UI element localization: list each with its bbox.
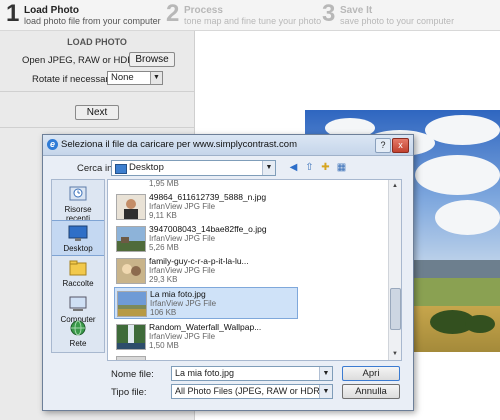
look-in-value: Desktop bbox=[129, 162, 164, 173]
help-button[interactable]: ? bbox=[375, 138, 391, 153]
file-name: 3947008043_14bae82ffe_o.jpg bbox=[149, 224, 267, 234]
step-process: 2 Process tone map and fine tune your ph… bbox=[166, 0, 321, 28]
libraries-icon bbox=[69, 260, 87, 276]
file-name: 49864_611612739_5888_n.jpg bbox=[149, 192, 267, 202]
file-thumbnail bbox=[116, 356, 146, 360]
file-open-dialog: e Seleziona il file da caricare per www.… bbox=[42, 134, 414, 411]
file-item[interactable]: 49864_611612739_5888_n.jpg IrfanView JPG… bbox=[114, 191, 384, 223]
filetype-select[interactable]: All Photo Files (JPEG, RAW or HDR) ▼ bbox=[171, 384, 333, 399]
close-button[interactable]: x bbox=[392, 138, 409, 153]
chevron-down-icon: ▼ bbox=[319, 385, 332, 398]
place-recent[interactable]: Risorse recenti bbox=[52, 182, 104, 223]
open-button[interactable]: Apri bbox=[342, 366, 400, 381]
next-button[interactable]: Next bbox=[75, 105, 119, 120]
filename-label: Nome file: bbox=[111, 369, 154, 380]
tree bbox=[465, 315, 495, 333]
rotate-select-value: None bbox=[111, 72, 134, 83]
cloud bbox=[435, 200, 500, 235]
desktop-folder-icon bbox=[115, 164, 127, 174]
step-subtitle: save photo to your computer bbox=[340, 16, 455, 26]
network-icon bbox=[70, 320, 86, 336]
file-item[interactable]: Random_Waterfall_Wallpap... IrfanView JP… bbox=[114, 321, 384, 353]
step-load-photo: 1 Load Photo load photo file from your c… bbox=[6, 0, 161, 28]
computer-icon bbox=[69, 296, 87, 311]
panel-title: LOAD PHOTO bbox=[67, 37, 127, 47]
rotate-label: Rotate if necessary bbox=[32, 74, 114, 85]
file-thumbnail bbox=[116, 194, 146, 220]
step-subtitle: tone map and fine tune your photo bbox=[184, 16, 322, 26]
filetype-label: Tipo file: bbox=[111, 387, 147, 398]
step-number: 3 bbox=[322, 0, 336, 27]
cancel-button[interactable]: Annulla bbox=[342, 384, 400, 399]
chevron-down-icon: ▼ bbox=[262, 161, 275, 175]
chevron-down-icon: ▼ bbox=[319, 367, 332, 380]
look-in-combo[interactable]: Desktop ▼ bbox=[111, 160, 276, 176]
places-bar: Risorse recenti Desktop Raccolte Compute… bbox=[51, 179, 105, 353]
rotate-select[interactable]: None ▼ bbox=[107, 71, 163, 85]
recent-icon bbox=[69, 186, 87, 201]
file-size: 1,95 MB bbox=[149, 179, 179, 188]
view-menu-icon[interactable]: ▦ bbox=[335, 161, 348, 174]
file-thumbnail bbox=[116, 324, 146, 350]
desktop-icon bbox=[68, 225, 88, 241]
divider bbox=[0, 127, 194, 128]
file-item[interactable]: 3947008043_14bae82ffe_o.jpg IrfanView JP… bbox=[114, 223, 384, 255]
file-size: 9,11 KB bbox=[149, 211, 177, 220]
place-label: Raccolte bbox=[62, 279, 94, 288]
dialog-titlebar[interactable]: e Seleziona il file da caricare per www.… bbox=[43, 135, 413, 156]
step-save-it: 3 Save It save photo to your computer bbox=[322, 0, 492, 28]
file-type: IrfanView JPG File bbox=[150, 299, 217, 308]
file-name: La mia foto.jpg bbox=[150, 289, 206, 299]
file-thumbnail bbox=[116, 226, 146, 252]
step-title: Save It bbox=[340, 5, 373, 16]
look-in-label: Cerca in: bbox=[77, 163, 116, 174]
place-label: Desktop bbox=[63, 244, 93, 253]
divider bbox=[0, 91, 194, 92]
internet-explorer-icon: e bbox=[47, 139, 58, 150]
place-network[interactable]: Rete bbox=[52, 316, 104, 352]
up-folder-icon[interactable]: ⇧ bbox=[303, 161, 316, 174]
step-number: 2 bbox=[166, 0, 180, 27]
file-list-scrollbar[interactable]: ▲ ▼ bbox=[388, 180, 401, 360]
file-size: 5,26 MB bbox=[149, 243, 179, 252]
cloud bbox=[415, 155, 500, 195]
file-size: 29,3 KB bbox=[149, 275, 178, 284]
place-desktop[interactable]: Desktop bbox=[52, 220, 104, 256]
file-name: family-guy-c-r-a-p-it-la-lu... bbox=[149, 256, 249, 266]
scroll-up-icon[interactable]: ▲ bbox=[389, 180, 401, 192]
file-item[interactable]: family-guy-c-r-a-p-it-la-lu... IrfanView… bbox=[114, 255, 384, 287]
file-type: IrfanView JPG File bbox=[149, 202, 216, 211]
file-thumbnail bbox=[117, 291, 147, 317]
file-item[interactable]: 1,95 MB bbox=[114, 179, 384, 191]
step-subtitle: load photo file from your computer bbox=[24, 16, 161, 26]
step-title: Load Photo bbox=[24, 5, 79, 16]
file-type: IrfanView JPG File bbox=[149, 234, 216, 243]
place-label: Rete bbox=[69, 339, 87, 348]
step-title: Process bbox=[184, 5, 223, 16]
place-libraries[interactable]: Raccolte bbox=[52, 256, 104, 292]
file-thumbnail bbox=[116, 258, 146, 284]
scrollbar-thumb[interactable] bbox=[390, 288, 401, 330]
step-number: 1 bbox=[6, 0, 20, 27]
scroll-down-icon[interactable]: ▼ bbox=[389, 348, 401, 360]
file-list: 1,95 MB 49864_611612739_5888_n.jpg Irfan… bbox=[107, 179, 402, 361]
file-type: IrfanView JPG File bbox=[149, 266, 216, 275]
file-item-selected[interactable]: La mia foto.jpg IrfanView JPG File 106 K… bbox=[114, 287, 298, 319]
file-size: 1,50 MB bbox=[149, 341, 179, 350]
new-folder-icon[interactable]: ✚ bbox=[319, 161, 332, 174]
wizard-steps: 1 Load Photo load photo file from your c… bbox=[0, 0, 500, 31]
back-icon[interactable]: ◀ bbox=[287, 161, 300, 174]
file-item[interactable] bbox=[114, 353, 384, 360]
chevron-down-icon: ▼ bbox=[150, 72, 162, 84]
file-size: 106 KB bbox=[150, 308, 177, 317]
browse-button[interactable]: Browse bbox=[129, 52, 175, 67]
filename-input[interactable]: La mia foto.jpg ▼ bbox=[171, 366, 333, 381]
file-type: IrfanView JPG File bbox=[149, 332, 216, 341]
dialog-title: Seleziona il file da caricare per www.si… bbox=[61, 139, 298, 150]
file-name: Random_Waterfall_Wallpap... bbox=[149, 322, 262, 332]
filename-value: La mia foto.jpg bbox=[175, 368, 235, 378]
cloud bbox=[425, 115, 500, 145]
filetype-value: All Photo Files (JPEG, RAW or HDR) bbox=[175, 386, 323, 396]
